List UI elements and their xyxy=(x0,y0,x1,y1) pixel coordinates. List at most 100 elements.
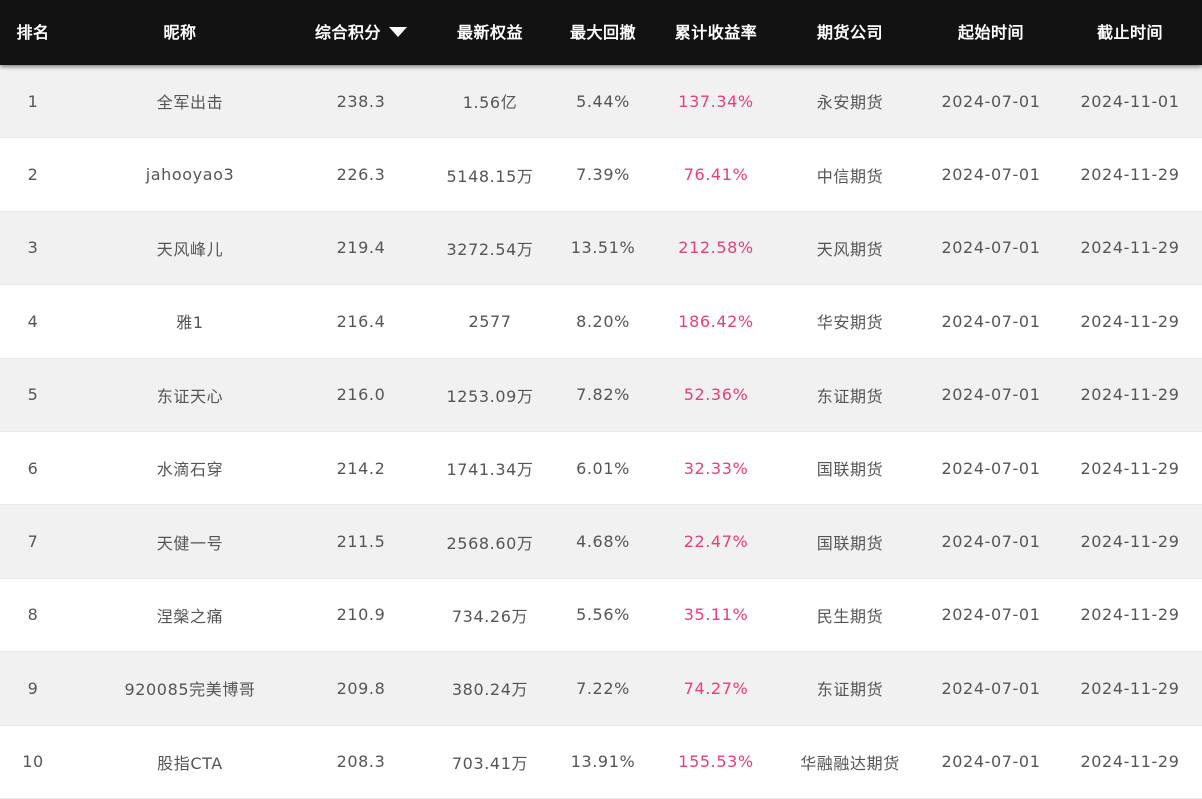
equity-cell: 734.26万 xyxy=(451,606,529,626)
return-cell: 76.41% xyxy=(683,165,749,185)
company-cell: 东证期货 xyxy=(816,680,884,700)
drawdown-cell: 5.44% xyxy=(576,91,630,111)
header-nickname: 昵称 xyxy=(163,23,197,42)
end-date-cell: 2024-11-29 xyxy=(1080,532,1180,552)
table-row[interactable]: 6 水滴石穿 214.2 1741.34万 6.01% 32.33% 国联期货 2024-07… xyxy=(0,431,1202,506)
end-date-cell: 2024-11-29 xyxy=(1080,238,1180,258)
header-equity: 最新权益 xyxy=(456,23,523,42)
start-date-cell: 2024-07-01 xyxy=(941,311,1041,331)
rank-cell: 2 xyxy=(27,165,39,185)
end-date-cell: 2024-11-29 xyxy=(1080,752,1180,772)
drawdown-cell: 4.68% xyxy=(576,532,630,552)
score-cell: 238.3 xyxy=(336,91,386,111)
header-rank: 排名 xyxy=(16,23,50,42)
drawdown-cell: 6.01% xyxy=(576,458,630,478)
table-row[interactable]: 7 天健一号 211.5 2568.60万 4.68% 22.47% 国联期货 2024-07… xyxy=(0,505,1202,579)
drawdown-cell: 8.20% xyxy=(576,311,630,331)
company-cell: 国联期货 xyxy=(816,460,884,480)
end-date-cell: 2024-11-01 xyxy=(1080,91,1180,111)
nickname-link[interactable]: 水滴石穿 xyxy=(80,432,300,504)
start-date-cell: 2024-07-01 xyxy=(941,91,1041,111)
company-cell: 民生期货 xyxy=(816,606,884,626)
rank-cell: 7 xyxy=(27,532,39,552)
end-date-cell: 2024-11-29 xyxy=(1080,165,1180,185)
score-cell: 209.8 xyxy=(336,678,386,698)
header-end: 截止时间 xyxy=(1096,23,1163,42)
table-row[interactable]: 3 天风峰儿 219.4 3272.54万 13.51% 212.58% 天风期货 2024-… xyxy=(0,211,1202,286)
return-cell: 155.53% xyxy=(678,752,754,772)
return-cell: 52.36% xyxy=(683,385,749,405)
table-row[interactable]: 9 920085完美博哥 209.8 380.24万 7.22% 74.27% 东证期货 20… xyxy=(0,652,1202,726)
table-row[interactable]: 5 东证天心 216.0 1253.09万 7.82% 52.36% 东证期货 2024-07… xyxy=(0,358,1202,432)
table-row[interactable]: 1 全军出击 238.3 1.56亿 5.44% 137.34% 永安期货 2024-07-0… xyxy=(0,65,1202,139)
header-start: 起始时间 xyxy=(957,23,1024,42)
table-row[interactable]: 2 jahooyao3 226.3 5148.15万 7.39% 76.41% 中信期货 20… xyxy=(0,138,1202,212)
nickname-link[interactable]: 天健一号 xyxy=(80,505,300,577)
rank-cell: 10 xyxy=(22,752,44,772)
equity-cell: 1741.34万 xyxy=(446,460,534,480)
table-row[interactable]: 8 涅槃之痛 210.9 734.26万 5.56% 35.11% 民生期货 2024-07-… xyxy=(0,578,1202,653)
equity-cell: 3272.54万 xyxy=(446,239,534,259)
rank-cell: 4 xyxy=(27,311,39,331)
start-date-cell: 2024-07-01 xyxy=(941,238,1041,258)
sort-desc-triangle-icon[interactable] xyxy=(389,26,407,37)
start-date-cell: 2024-07-01 xyxy=(941,532,1041,552)
nickname-link[interactable]: 920085完美博哥 xyxy=(80,652,300,724)
equity-cell: 1.56亿 xyxy=(462,93,518,113)
rank-cell: 3 xyxy=(27,238,39,258)
start-date-cell: 2024-07-01 xyxy=(941,385,1041,405)
score-cell: 208.3 xyxy=(336,752,386,772)
drawdown-cell: 13.51% xyxy=(570,238,636,258)
nickname-link[interactable]: 雅1 xyxy=(80,285,300,357)
header-return: 累计收益率 xyxy=(674,23,758,42)
end-date-cell: 2024-11-29 xyxy=(1080,458,1180,478)
drawdown-cell: 5.56% xyxy=(576,605,630,625)
table-row[interactable]: 10 股指CTA 208.3 703.41万 13.91% 155.53% 华融融达期货 20… xyxy=(0,725,1202,799)
nickname-link[interactable]: 东证天心 xyxy=(80,359,300,431)
start-date-cell: 2024-07-01 xyxy=(941,458,1041,478)
nickname-link[interactable]: 全军出击 xyxy=(80,65,300,137)
table-header: 排名 昵称 综合积分 最新权益 最大回撤 累计收益率 期货公司 起始时间 截止时… xyxy=(0,0,1202,65)
header-company: 期货公司 xyxy=(816,23,883,42)
company-cell: 华融融达期货 xyxy=(800,753,900,773)
start-date-cell: 2024-07-01 xyxy=(941,678,1041,698)
score-cell: 210.9 xyxy=(336,605,386,625)
company-cell: 天风期货 xyxy=(816,239,884,259)
score-cell: 226.3 xyxy=(336,165,386,185)
header-drawdown: 最大回撤 xyxy=(569,23,636,42)
nickname-link[interactable]: 涅槃之痛 xyxy=(80,579,300,651)
company-cell: 永安期货 xyxy=(816,93,884,113)
ranking-table: 排名 昵称 综合积分 最新权益 最大回撤 累计收益率 期货公司 起始时间 截止时… xyxy=(0,0,1202,799)
company-cell: 华安期货 xyxy=(816,313,884,333)
rank-cell: 6 xyxy=(27,458,39,478)
equity-cell: 2577 xyxy=(468,311,512,331)
score-cell: 219.4 xyxy=(336,238,386,258)
start-date-cell: 2024-07-01 xyxy=(941,605,1041,625)
nickname-link[interactable]: 天风峰儿 xyxy=(80,212,300,284)
company-cell: 中信期货 xyxy=(816,166,884,186)
score-cell: 216.4 xyxy=(336,311,386,331)
equity-cell: 2568.60万 xyxy=(446,533,534,553)
end-date-cell: 2024-11-29 xyxy=(1080,385,1180,405)
return-cell: 32.33% xyxy=(683,458,749,478)
table-row[interactable]: 4 雅1 216.4 2577 8.20% 186.42% 华安期货 2024-07-01 20… xyxy=(0,285,1202,359)
header-score-label: 综合积分 xyxy=(314,23,381,42)
table-body: 1 全军出击 238.3 1.56亿 5.44% 137.34% 永安期货 2024-07-0… xyxy=(0,65,1202,799)
return-cell: 137.34% xyxy=(678,91,754,111)
equity-cell: 380.24万 xyxy=(451,680,529,700)
nickname-link[interactable]: 股指CTA xyxy=(80,726,300,798)
header-score[interactable]: 综合积分 xyxy=(296,0,426,65)
drawdown-cell: 7.22% xyxy=(576,678,630,698)
equity-cell: 1253.09万 xyxy=(446,386,534,406)
nickname-link[interactable]: jahooyao3 xyxy=(80,138,300,210)
rank-cell: 1 xyxy=(27,91,39,111)
rank-cell: 8 xyxy=(27,605,39,625)
equity-cell: 703.41万 xyxy=(451,753,529,773)
score-cell: 216.0 xyxy=(336,385,386,405)
return-cell: 22.47% xyxy=(683,532,749,552)
equity-cell: 5148.15万 xyxy=(446,166,534,186)
company-cell: 国联期货 xyxy=(816,533,884,553)
sort-score-button[interactable]: 综合积分 xyxy=(315,0,407,66)
score-cell: 211.5 xyxy=(336,532,386,552)
company-cell: 东证期货 xyxy=(816,386,884,406)
